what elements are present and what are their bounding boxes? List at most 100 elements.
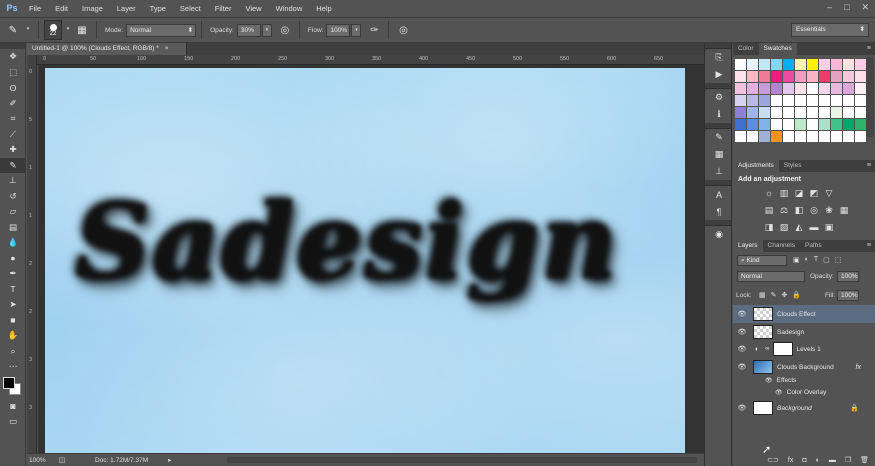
status-menu-arrow-icon[interactable]: ▸	[168, 456, 171, 464]
invert-icon[interactable]: ◨	[763, 221, 775, 233]
swatch[interactable]	[771, 95, 782, 106]
swatch[interactable]	[795, 119, 806, 130]
screen-mode-icon[interactable]: ▭	[0, 414, 26, 430]
3d-panel-icon[interactable]: ◉	[705, 226, 733, 243]
layer-opacity-input[interactable]: 100%	[837, 271, 859, 282]
menu-edit[interactable]: Edit	[48, 0, 75, 17]
opacity-slider-dropdown-icon[interactable]: ▾	[261, 23, 272, 37]
layer-row-background[interactable]: 👁 Background 🔒	[733, 399, 875, 417]
swatch[interactable]	[747, 59, 758, 70]
threshold-icon[interactable]: ◭	[793, 221, 805, 233]
swatch[interactable]	[759, 131, 770, 142]
swatch[interactable]	[819, 83, 830, 94]
swatch[interactable]	[747, 131, 758, 142]
swatch[interactable]	[819, 71, 830, 82]
trash-icon[interactable]: 🗑	[860, 456, 869, 464]
tab-swatches[interactable]: Swatches	[758, 43, 797, 55]
menu-select[interactable]: Select	[173, 0, 208, 17]
swatch[interactable]	[831, 71, 842, 82]
swatch[interactable]	[771, 83, 782, 94]
tab-color[interactable]: Color	[733, 43, 759, 55]
adjustment-icon[interactable]: ◐	[816, 457, 820, 464]
channel-mixer-icon[interactable]: ❀	[823, 204, 835, 216]
fill-input[interactable]: 100%	[837, 290, 859, 301]
swatch[interactable]	[819, 119, 830, 130]
paragraph-panel-icon[interactable]: ¶	[705, 203, 733, 220]
shape-filter-icon[interactable]: ▢	[823, 256, 830, 264]
swatch[interactable]	[831, 83, 842, 94]
swatch[interactable]	[783, 71, 794, 82]
layer-row-clouds-effect[interactable]: 👁 Clouds Effect	[733, 305, 875, 323]
document-tab[interactable]: Untitled-1 @ 100% (Clouds Effect, RGB/8)…	[27, 43, 187, 55]
layer-row-sadesign[interactable]: 👁 Sadesign	[733, 323, 875, 341]
menu-file[interactable]: File	[22, 0, 48, 17]
brush-panel-toggle-icon[interactable]: ▦	[73, 21, 91, 39]
panel-menu-icon[interactable]: ≡	[867, 240, 871, 252]
properties-panel-icon[interactable]: ⚙	[705, 89, 733, 106]
menu-image[interactable]: Image	[75, 0, 110, 17]
history-brush-tool-icon[interactable]: ↺	[0, 189, 26, 205]
swatch[interactable]	[843, 71, 854, 82]
swatch[interactable]	[771, 71, 782, 82]
swatch[interactable]	[795, 71, 806, 82]
flow-slider-dropdown-icon[interactable]: ▾	[351, 23, 362, 37]
swatch[interactable]	[855, 131, 866, 142]
panel-menu-icon[interactable]: ≡	[867, 160, 871, 172]
swatch[interactable]	[771, 107, 782, 118]
swatch[interactable]	[783, 59, 794, 70]
blur-tool-icon[interactable]: 💧	[0, 235, 26, 251]
brightness-contrast-icon[interactable]: ☼	[763, 187, 775, 199]
swatch[interactable]	[783, 131, 794, 142]
tab-paths[interactable]: Paths	[800, 240, 827, 252]
eye-icon[interactable]: 👁	[736, 404, 748, 412]
fx-icon[interactable]: fx	[788, 457, 793, 464]
healing-brush-tool-icon[interactable]: ✚	[0, 142, 26, 158]
opacity-input[interactable]: 30%	[236, 23, 261, 37]
color-lookup-icon[interactable]: ▦	[838, 204, 850, 216]
eye-icon[interactable]: 👁	[736, 310, 748, 318]
type-filter-icon[interactable]: T	[814, 256, 818, 264]
swatch[interactable]	[759, 83, 770, 94]
swatch[interactable]	[807, 59, 818, 70]
swatch[interactable]	[855, 71, 866, 82]
status-icon[interactable]: ◫	[57, 456, 67, 464]
swatch[interactable]	[843, 131, 854, 142]
swatch[interactable]	[747, 83, 758, 94]
zoom-level[interactable]: 100%	[27, 457, 57, 464]
tab-channels[interactable]: Channels	[763, 240, 800, 252]
layer-row-levels-1[interactable]: 👁 ◐ ∞ Levels 1	[733, 340, 875, 358]
levels-icon[interactable]: ▥	[778, 187, 790, 199]
brush-tool-icon[interactable]: ✎	[0, 157, 26, 173]
quick-mask-icon[interactable]: ◙	[0, 399, 26, 415]
swatch[interactable]	[819, 59, 830, 70]
shape-tool-icon[interactable]: ■	[0, 313, 26, 329]
photo-filter-icon[interactable]: ◎	[808, 204, 820, 216]
swatch[interactable]	[795, 95, 806, 106]
eye-icon[interactable]: 👁	[736, 328, 748, 336]
swatch[interactable]	[831, 107, 842, 118]
layer-effects-badge[interactable]: fx	[856, 364, 861, 371]
tool-preset-dropdown-icon[interactable]: ▾	[23, 24, 33, 37]
workspace-switcher[interactable]: Essentials ⬍	[791, 23, 869, 37]
swatch[interactable]	[855, 95, 866, 106]
horizontal-ruler[interactable]: 0 50 100 150 200 250 300 350 400 450 500…	[37, 55, 704, 65]
curves-icon[interactable]: ◪	[793, 187, 805, 199]
new-layer-icon[interactable]: ❐	[845, 456, 851, 464]
swatch[interactable]	[735, 59, 746, 70]
swatch[interactable]	[795, 83, 806, 94]
swatch[interactable]	[735, 131, 746, 142]
swatch[interactable]	[843, 95, 854, 106]
swatch[interactable]	[831, 95, 842, 106]
swatch[interactable]	[855, 59, 866, 70]
lock-position-icon[interactable]: ✥	[782, 291, 788, 299]
brush-panel-icon[interactable]: ▦	[705, 146, 733, 163]
hand-tool-icon[interactable]: ✋	[0, 328, 26, 344]
swatch[interactable]	[783, 83, 794, 94]
history-panel-icon[interactable]: ⎘	[705, 49, 733, 66]
swatch[interactable]	[759, 71, 770, 82]
swatch[interactable]	[735, 119, 746, 130]
swatch[interactable]	[771, 59, 782, 70]
swatch[interactable]	[831, 131, 842, 142]
link-icon[interactable]: ⊂⊃	[767, 456, 779, 464]
airbrush-icon[interactable]: ✑	[365, 21, 383, 39]
